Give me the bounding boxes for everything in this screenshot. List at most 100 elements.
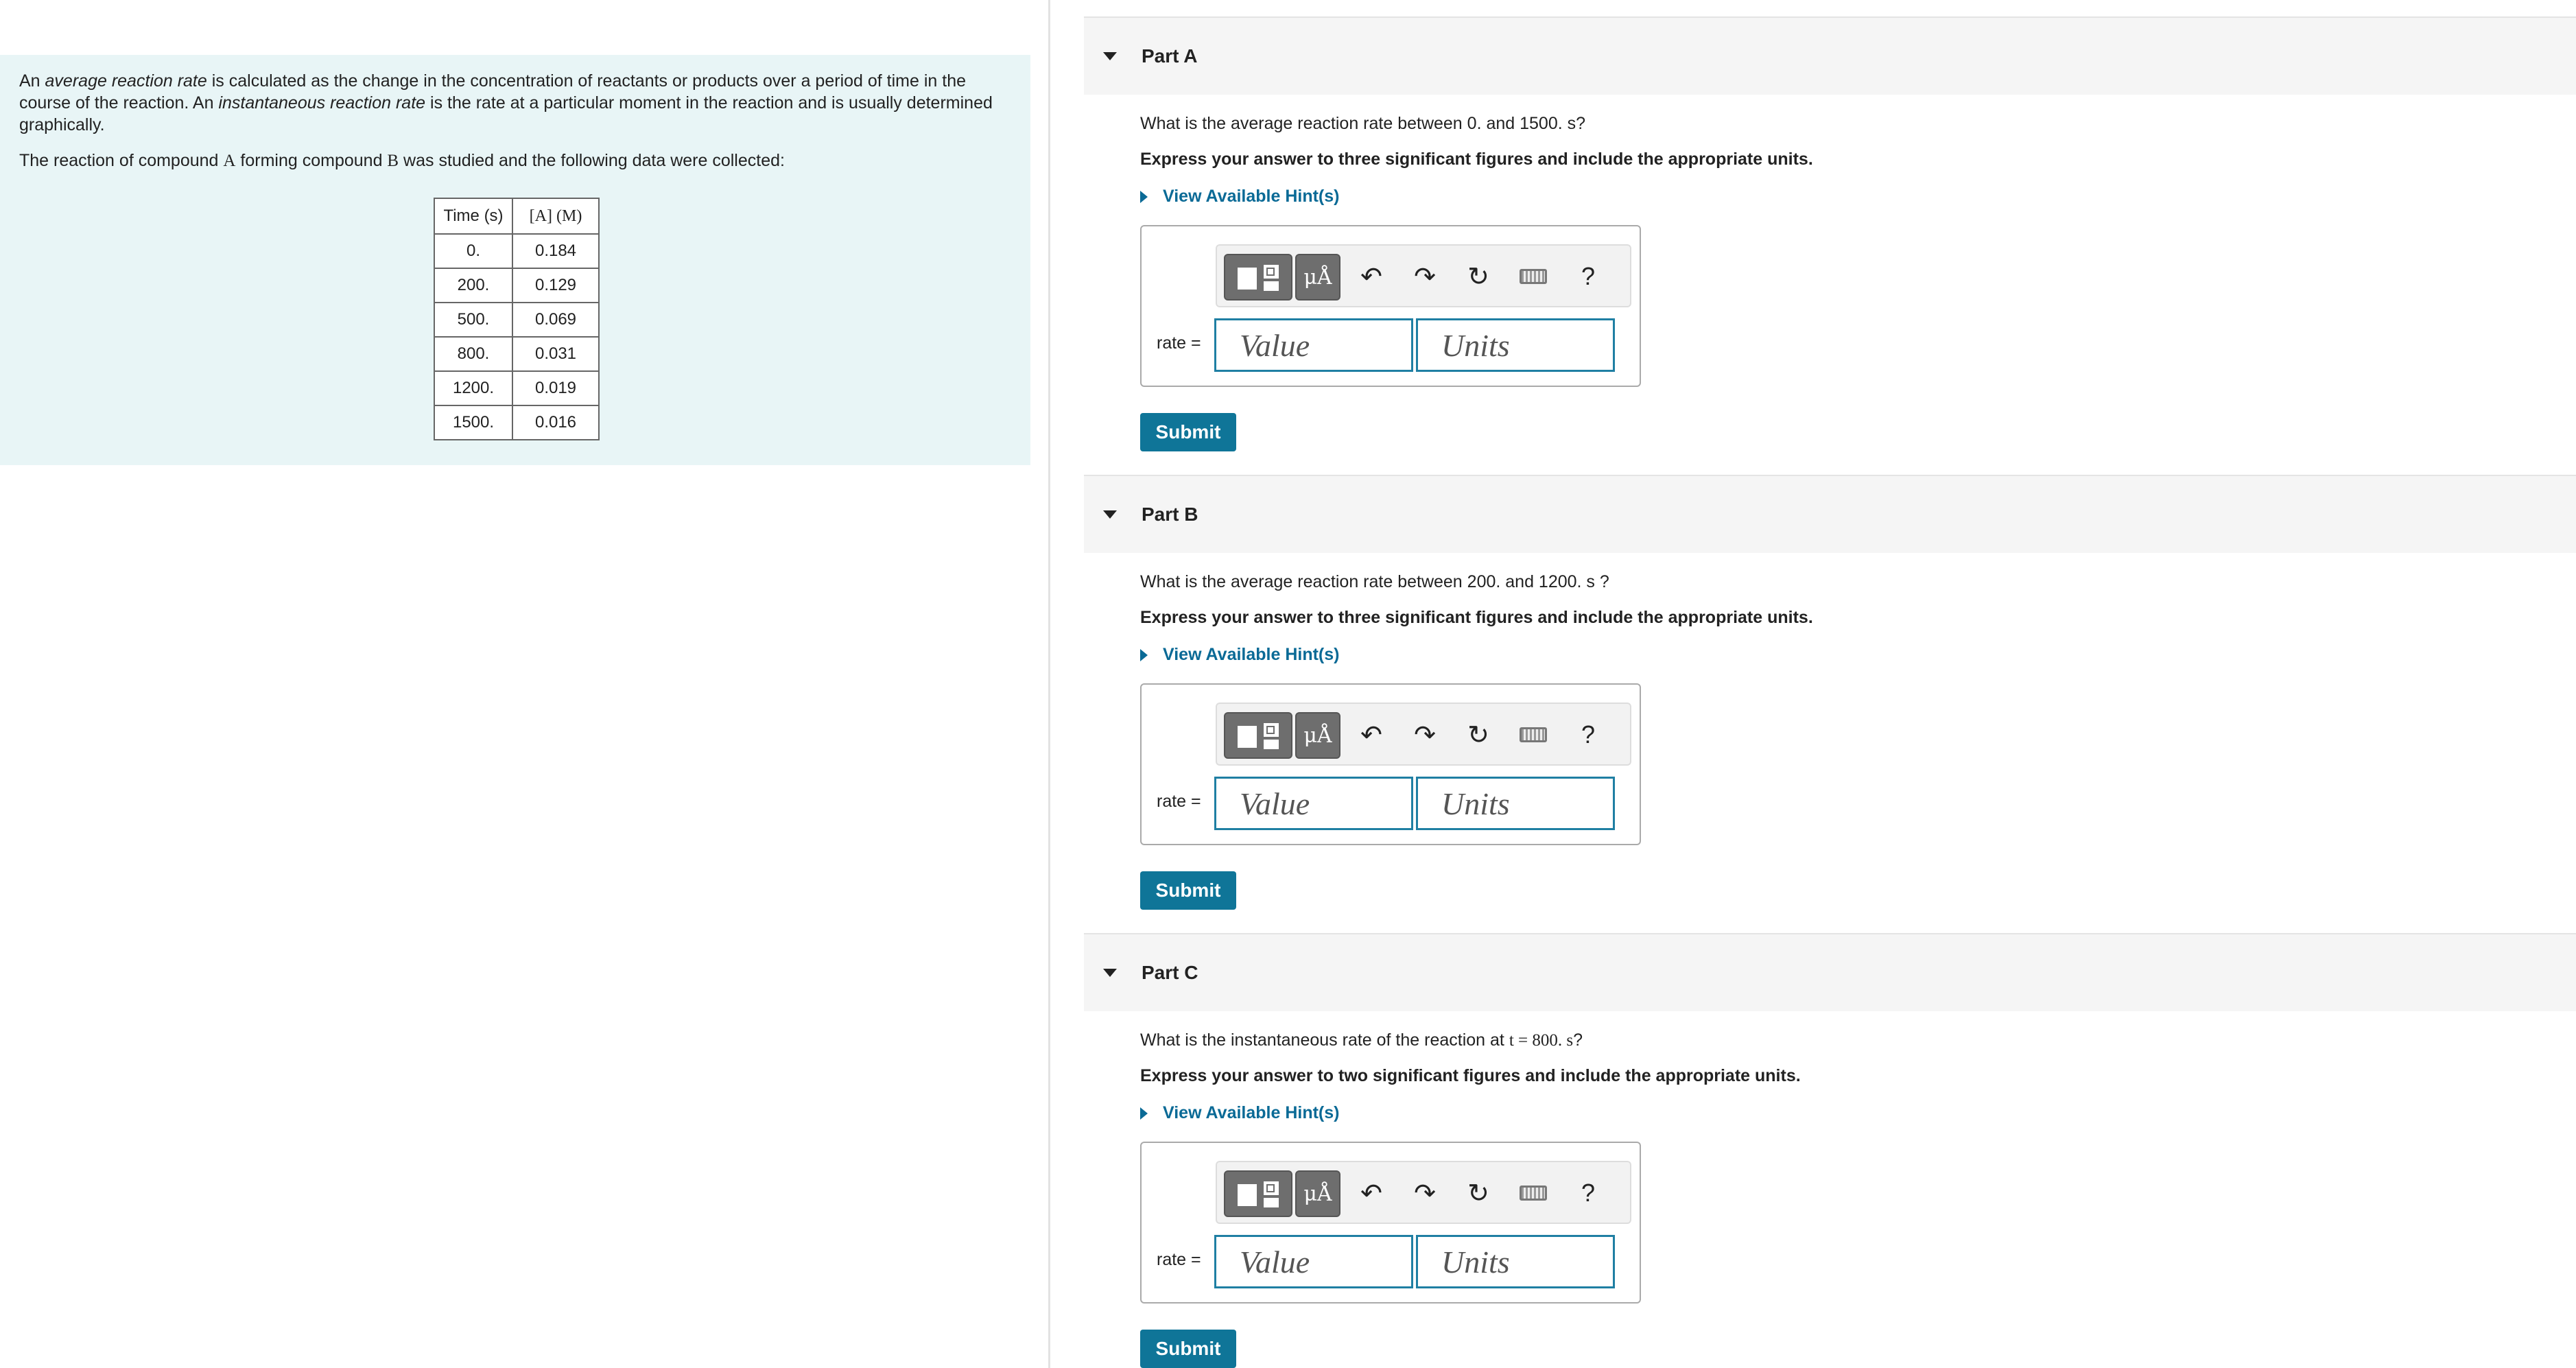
- view-hints-link[interactable]: View Available Hint(s): [1140, 645, 1339, 665]
- reset-icon[interactable]: ↻: [1461, 259, 1496, 294]
- templates-button[interactable]: [1224, 254, 1292, 300]
- table-row: 1200. 0.019: [434, 370, 600, 406]
- template-icon: [1264, 265, 1279, 279]
- instruction-text: Express your answer to three significant…: [1140, 608, 1813, 627]
- study-text: forming compound: [235, 151, 388, 170]
- template-icon: [1238, 268, 1257, 290]
- view-hints-link[interactable]: View Available Hint(s): [1140, 187, 1339, 207]
- templates-button[interactable]: [1224, 1170, 1292, 1217]
- help-icon[interactable]: ?: [1571, 259, 1605, 294]
- keyboard-icon[interactable]: [1516, 718, 1550, 752]
- collapse-icon[interactable]: [1103, 510, 1117, 519]
- time-cell: 0.: [434, 233, 513, 269]
- keyboard-icon[interactable]: [1516, 1176, 1550, 1210]
- collapse-icon[interactable]: [1103, 52, 1117, 60]
- value-input[interactable]: [1214, 318, 1413, 372]
- units-button[interactable]: μÅ: [1295, 1170, 1340, 1217]
- question-text-part: What is the instantaneous rate of the re…: [1140, 1030, 1509, 1050]
- hint-label: View Available Hint(s): [1163, 187, 1340, 206]
- template-icon: [1264, 740, 1279, 749]
- units-button[interactable]: μÅ: [1295, 254, 1340, 300]
- rate-label: rate =: [1157, 792, 1201, 811]
- reset-icon[interactable]: ↻: [1461, 718, 1496, 752]
- part-c: Part C What is the instantaneous rate of…: [1084, 933, 2576, 1368]
- study-paragraph: The reaction of compound A forming compo…: [19, 150, 1011, 172]
- help-icon[interactable]: ?: [1571, 718, 1605, 752]
- part-a: Part A What is the average reaction rate…: [1084, 16, 2576, 456]
- units-button[interactable]: μÅ: [1295, 712, 1340, 759]
- compound-b: B: [387, 152, 399, 170]
- study-text: was studied and the following data were …: [399, 151, 785, 170]
- part-b-header[interactable]: Part B: [1084, 475, 2576, 553]
- part-title: Part C: [1142, 962, 1198, 983]
- term-average-rate: average reaction rate: [45, 71, 207, 91]
- instruction-text: Express your answer to three significant…: [1140, 150, 1813, 169]
- redo-icon[interactable]: ↷: [1408, 718, 1442, 752]
- keyboard-icon[interactable]: [1516, 259, 1550, 294]
- rate-label: rate =: [1157, 1250, 1201, 1269]
- instruction-text: Express your answer to two significant f…: [1140, 1066, 1801, 1085]
- study-text: The reaction of compound: [19, 151, 224, 170]
- part-a-header[interactable]: Part A: [1084, 16, 2576, 95]
- table-row: 500. 0.069: [434, 302, 600, 338]
- undo-icon[interactable]: ↶: [1354, 1176, 1389, 1210]
- units-input[interactable]: [1416, 1235, 1615, 1288]
- collapse-icon[interactable]: [1103, 969, 1117, 977]
- question-text: What is the instantaneous rate of the re…: [1140, 1030, 1583, 1050]
- answer-box: μÅ ↶ ↷ ↻ ? rate =: [1140, 225, 1641, 387]
- submit-button[interactable]: Submit: [1140, 1330, 1236, 1368]
- template-icon: [1264, 1181, 1279, 1195]
- answer-box: μÅ ↶ ↷ ↻ ? rate =: [1140, 683, 1641, 845]
- redo-icon[interactable]: ↷: [1408, 259, 1442, 294]
- hint-label: View Available Hint(s): [1163, 1103, 1340, 1122]
- value-input[interactable]: [1214, 1235, 1413, 1288]
- submit-button[interactable]: Submit: [1140, 871, 1236, 910]
- time-header: Time (s): [434, 198, 513, 235]
- concentration-cell: 0.016: [512, 405, 600, 440]
- units-input[interactable]: [1416, 318, 1615, 372]
- submit-button[interactable]: Submit: [1140, 413, 1236, 451]
- table-row: 800. 0.031: [434, 336, 600, 372]
- help-icon[interactable]: ?: [1571, 1176, 1605, 1210]
- question-text-part: ?: [1573, 1030, 1583, 1050]
- term-instantaneous-rate: instantaneous reaction rate: [218, 93, 426, 113]
- answer-box: μÅ ↶ ↷ ↻ ? rate =: [1140, 1142, 1641, 1304]
- template-icon: [1238, 1184, 1257, 1206]
- math-toolbar: μÅ ↶ ↷ ↻ ?: [1216, 1161, 1631, 1224]
- table-header-row: Time (s) [A] (M): [434, 198, 600, 235]
- hint-label: View Available Hint(s): [1163, 645, 1340, 664]
- expand-icon: [1140, 1107, 1148, 1120]
- undo-icon[interactable]: ↶: [1354, 259, 1389, 294]
- intro-paragraph: An average reaction rate is calculated a…: [19, 70, 1021, 136]
- math-toolbar: μÅ ↶ ↷ ↻ ?: [1216, 703, 1631, 766]
- templates-button[interactable]: [1224, 712, 1292, 759]
- concentration-data-table: Time (s) [A] (M) 0. 0.184 200. 0.129 500…: [434, 198, 600, 440]
- part-b: Part B What is the average reaction rate…: [1084, 475, 2576, 914]
- expand-icon: [1140, 190, 1148, 203]
- part-title: Part B: [1142, 504, 1198, 525]
- part-c-header[interactable]: Part C: [1084, 933, 2576, 1011]
- concentration-cell: 0.031: [512, 336, 600, 372]
- template-icon: [1264, 281, 1279, 291]
- view-hints-link[interactable]: View Available Hint(s): [1140, 1103, 1339, 1123]
- concentration-cell: 0.069: [512, 302, 600, 338]
- units-input[interactable]: [1416, 777, 1615, 830]
- rate-label: rate =: [1157, 333, 1201, 353]
- expand-icon: [1140, 648, 1148, 661]
- problem-statement-panel: An average reaction rate is calculated a…: [0, 55, 1030, 465]
- intro-text: An: [19, 71, 45, 91]
- reset-icon[interactable]: ↻: [1461, 1176, 1496, 1210]
- concentration-header: [A] (M): [512, 198, 600, 235]
- math-toolbar: μÅ ↶ ↷ ↻ ?: [1216, 244, 1631, 307]
- part-title: Part A: [1142, 45, 1198, 67]
- table-row: 200. 0.129: [434, 268, 600, 303]
- panel-divider: [1048, 0, 1050, 1368]
- undo-icon[interactable]: ↶: [1354, 718, 1389, 752]
- time-cell: 1200.: [434, 370, 513, 406]
- time-cell: 1500.: [434, 405, 513, 440]
- redo-icon[interactable]: ↷: [1408, 1176, 1442, 1210]
- time-cell: 500.: [434, 302, 513, 338]
- concentration-cell: 0.019: [512, 370, 600, 406]
- table-row: 1500. 0.016: [434, 405, 600, 440]
- value-input[interactable]: [1214, 777, 1413, 830]
